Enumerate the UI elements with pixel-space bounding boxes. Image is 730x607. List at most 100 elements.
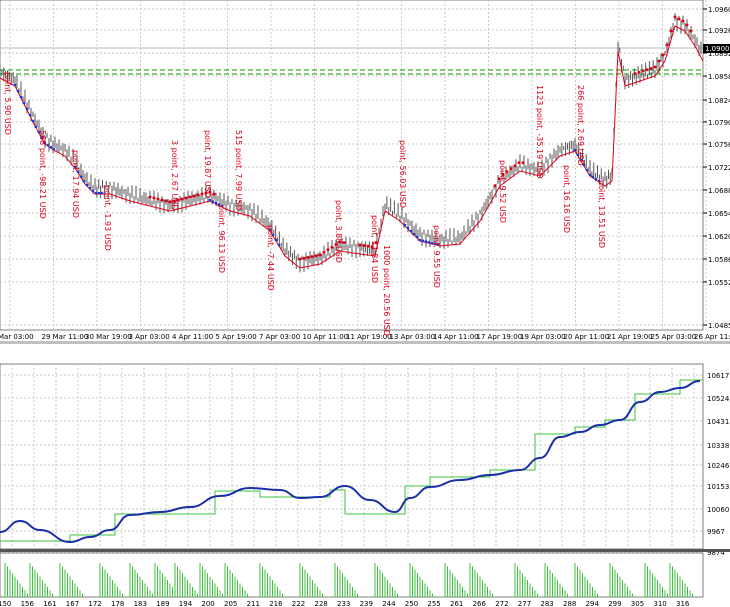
price-tick-label: 1.09600 <box>708 6 730 14</box>
buy-marker <box>517 161 521 165</box>
buy-marker <box>633 72 637 76</box>
time-tick-label: 19 Apr 03:00 <box>520 333 566 341</box>
buy-marker <box>192 194 196 198</box>
buy-marker <box>314 254 318 258</box>
trade-label: 3 point, 2.67 USD <box>170 140 179 211</box>
trade-number-label: 283 <box>540 600 553 607</box>
buy-marker <box>156 197 160 201</box>
price-tick-label: 1.07220 <box>708 164 730 172</box>
trade-number-label: 156 <box>21 600 35 607</box>
panel-splitter[interactable] <box>0 341 730 344</box>
buy-marker <box>366 244 370 248</box>
time-tick-label: 17 Apr 19:00 <box>477 333 523 341</box>
trade-number-label: 244 <box>382 600 396 607</box>
buy-marker <box>689 29 693 33</box>
trade-number-label: 305 <box>631 600 644 607</box>
trade-number-label: 299 <box>608 600 621 607</box>
sell-marker <box>31 119 35 123</box>
sell-marker <box>427 240 431 244</box>
trade-number-label: 261 <box>450 600 463 607</box>
sell-marker <box>594 177 598 181</box>
sell-marker <box>34 125 38 129</box>
sell-marker <box>409 229 413 233</box>
buy-marker <box>521 161 525 165</box>
price-tick-label: 1.06540 <box>708 210 730 218</box>
balance-tick-label: 10153 <box>707 483 729 491</box>
buy-marker <box>302 256 306 260</box>
buy-marker <box>641 69 645 73</box>
trade-label: point, 9.52 USD <box>498 160 507 223</box>
sell-marker <box>415 235 419 239</box>
time-tick-label: Mar 03:00 <box>0 333 34 341</box>
price-tick-label: 1.07900 <box>708 119 730 127</box>
price-tick-label: 1.04850 <box>708 322 730 330</box>
trade-number-label: 172 <box>88 600 101 607</box>
terminal-window: 1.096001.092601.089201.085801.082401.079… <box>0 0 730 607</box>
buy-marker <box>677 17 681 21</box>
trade-number-label: 228 <box>314 600 327 607</box>
buy-marker <box>358 243 362 247</box>
trade-label: point, 17.94 USD <box>71 150 80 218</box>
buy-marker <box>669 29 673 33</box>
trade-number-label: 167 <box>66 600 79 607</box>
trade-label: point, -1.93 USD <box>103 185 112 251</box>
time-tick-label: 20 Apr 11:00 <box>564 333 610 341</box>
price-tick-label: 1.09260 <box>708 27 730 35</box>
balance-tick-label: 10338 <box>707 442 729 450</box>
buy-marker <box>322 250 326 254</box>
balance-tick-label: 9967 <box>707 528 725 536</box>
time-tick-label: 14 Apr 11:00 <box>433 333 479 341</box>
trade-label: point, 19.87 USD <box>203 130 212 198</box>
trade-number-label: 178 <box>111 600 124 607</box>
trade-number-label: 266 <box>473 600 487 607</box>
buy-marker <box>196 193 200 197</box>
sell-marker <box>82 180 86 183</box>
trade-number-label: 194 <box>179 600 193 607</box>
buy-marker <box>685 23 689 27</box>
time-tick-label: 3 Apr 03:00 <box>129 333 170 341</box>
balance-axis: 1061710524104311033810246101531006099679… <box>707 372 730 557</box>
trade-number-label: 250 <box>405 600 418 607</box>
sell-marker <box>403 223 407 227</box>
buy-marker <box>673 15 677 19</box>
sell-marker <box>588 173 592 177</box>
trade-number-label: 294 <box>586 600 600 607</box>
balance-tick-label: 10246 <box>707 462 730 470</box>
trade-number-label: 205 <box>224 600 237 607</box>
sell-marker <box>208 198 212 202</box>
price-chart-panel[interactable]: 1.096001.092601.089201.085801.082401.079… <box>0 0 730 341</box>
sell-marker <box>214 201 218 205</box>
time-tick-label: 29 Mar 11:00 <box>42 333 89 341</box>
sell-marker <box>52 148 56 151</box>
time-tick-label: 30 Mar 19:00 <box>85 333 132 341</box>
trade-number-label: 161 <box>43 600 56 607</box>
price-tick-label: 1.05520 <box>708 279 730 287</box>
buy-marker <box>318 253 322 257</box>
time-tick-label: 21 Apr 19:00 <box>607 333 653 341</box>
sell-marker <box>418 238 422 242</box>
buy-marker <box>493 184 497 188</box>
sell-marker <box>25 107 29 111</box>
sell-marker <box>16 89 20 93</box>
trade-number-label: 183 <box>134 600 147 607</box>
balance-chart-panel[interactable]: 1061710524104311033810246101531006099679… <box>0 363 730 557</box>
trade-label: 1123 point, -35.19 USD <box>535 85 544 179</box>
panel-splitter-2[interactable] <box>0 549 730 552</box>
buy-marker <box>330 245 334 249</box>
buy-marker <box>152 196 156 200</box>
trade-label: point, 3.88 USD <box>334 200 343 263</box>
sell-marker <box>277 243 281 247</box>
time-tick-label: 25 Apr 03:00 <box>651 333 697 341</box>
buy-marker <box>661 53 665 57</box>
price-axis: 1.096001.092601.089201.085801.082401.079… <box>703 6 730 330</box>
trade-label: point, 5.90 USD <box>3 72 12 135</box>
time-tick-label: 5 Apr 19:00 <box>216 333 257 341</box>
current-price-tag: 1.09003 <box>703 44 730 53</box>
trade-number-label: 200 <box>201 600 214 607</box>
time-tick-label: 4 Apr 11:00 <box>172 333 213 341</box>
trade-label: point, 9.55 USD <box>432 225 441 288</box>
sell-marker <box>211 200 215 203</box>
volume-panel[interactable]: 150 156 161 167 172 178 183 189 194 200 205 211 216 2… <box>0 552 704 607</box>
buy-marker <box>310 255 314 259</box>
trade-label: point, 11.84 USD <box>370 215 379 283</box>
